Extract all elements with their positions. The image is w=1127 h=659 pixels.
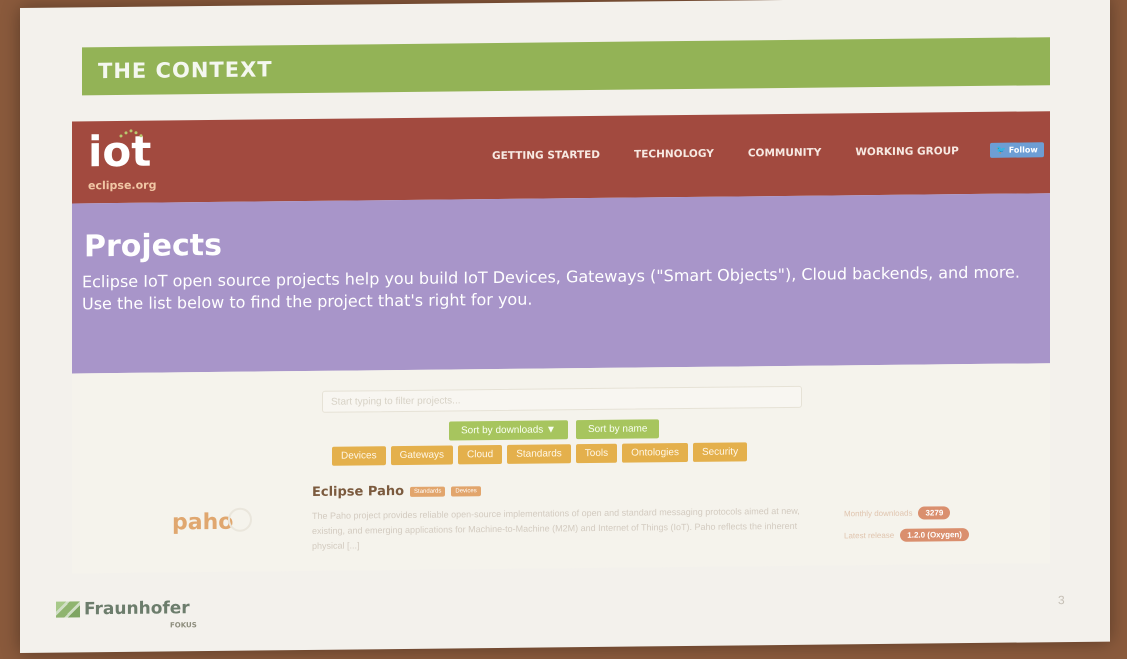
twitter-icon: 🐦 [996,145,1006,155]
nav-working-group[interactable]: WORKING GROUP [855,145,959,158]
latest-release-badge: 1.2.0 (Oxygen) [900,528,969,542]
nav-getting-started[interactable]: GETTING STARTED [492,149,600,162]
slide-page-number: 3 [1058,593,1065,608]
main-navigation: GETTING STARTED TECHNOLOGY COMMUNITY WOR… [492,145,959,162]
latest-release-row: Latest release 1.2.0 (Oxygen) [844,524,969,547]
project-tag-devices[interactable]: Devices [451,485,481,496]
twitter-follow-button[interactable]: 🐦 Follow [990,142,1044,158]
project-stats: Monthly downloads 3279 Latest release 1.2.… [844,502,969,547]
monthly-downloads-label: Monthly downloads [844,508,913,519]
nav-community[interactable]: COMMUNITY [748,147,822,160]
brand-name: Fraunhofer [84,598,190,620]
project-title-row: Eclipse Paho Standards Devices [312,483,481,500]
sort-name-button[interactable]: Sort by name [575,419,660,440]
project-name[interactable]: Eclipse Paho [312,484,404,500]
paho-logo: paho [172,509,234,536]
project-card-paho[interactable]: paho Eclipse Paho Standards Devices The … [172,478,1012,557]
filter-devices[interactable]: Devices [332,446,386,466]
filter-tools[interactable]: Tools [575,443,618,464]
monthly-downloads-badge: 3279 [918,506,951,520]
presentation-slide: THE CONTEXT iot eclipse.org GETTING STAR… [20,0,1110,653]
hero-description: Eclipse IoT open source projects help yo… [82,261,1037,315]
sort-controls: Sort by downloads ▼ Sort by name [449,419,660,441]
latest-release-label: Latest release [844,530,895,541]
filter-standards[interactable]: Standards [507,444,571,464]
brand-subtitle: FOKUS [170,621,197,630]
slide-title: THE CONTEXT [98,57,273,84]
logo-subtitle: eclipse.org [88,178,157,193]
filter-gateways[interactable]: Gateways [390,445,454,466]
projects-hero: Projects Eclipse IoT open source project… [72,193,1050,374]
follow-label: Follow [1008,145,1038,155]
project-description: The Paho project provides reliable open-… [312,505,800,551]
project-tag-standards[interactable]: Standards [410,486,446,497]
wifi-dots-icon [119,129,143,138]
hero-title: Projects [84,227,223,265]
slide-title-bar: THE CONTEXT [82,37,1050,96]
fraunhofer-icon [56,601,80,618]
filter-ontologies[interactable]: Ontologies [622,443,688,463]
filter-cloud[interactable]: Cloud [458,444,503,465]
filter-security[interactable]: Security [692,442,748,462]
site-header: iot eclipse.org GETTING STARTED TECHNOLO… [72,111,1050,204]
projects-content: Start typing to filter projects... Sort … [72,363,1050,574]
sort-downloads-button[interactable]: Sort by downloads ▼ [449,420,568,441]
fraunhofer-logo: Fraunhofer [56,598,190,619]
category-filters: Devices Gateways Cloud Standards Tools O… [332,442,748,466]
nav-technology[interactable]: TECHNOLOGY [634,148,714,161]
monthly-downloads-row: Monthly downloads 3279 [844,502,969,525]
project-filter-input[interactable]: Start typing to filter projects... [322,385,802,413]
paho-logo-ring-icon [228,507,252,532]
